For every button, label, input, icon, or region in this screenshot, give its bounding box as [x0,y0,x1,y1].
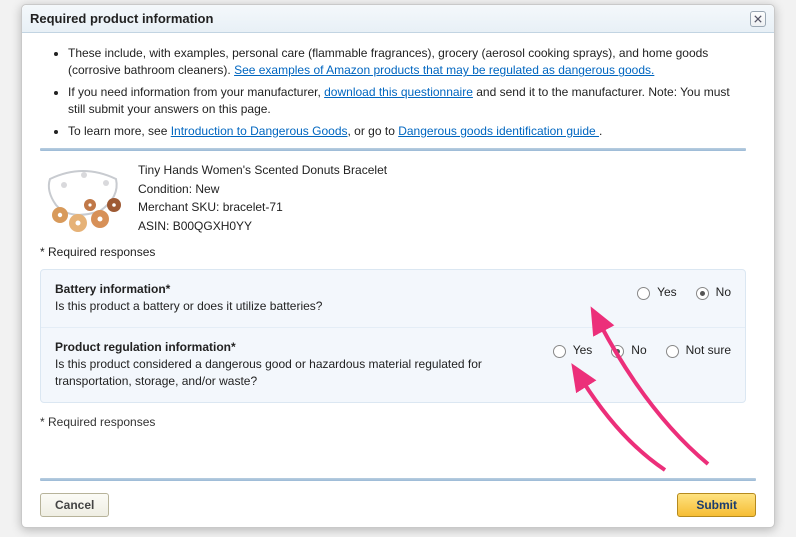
dialog-header: Required product information [22,5,774,33]
regulation-no-option[interactable]: No [606,342,646,358]
regulation-options: Yes No Not sure [548,340,731,390]
cancel-button[interactable]: Cancel [40,493,109,517]
identification-guide-link[interactable]: Dangerous goods identification guide [398,124,599,138]
regulation-title: Product regulation information* [55,340,528,354]
product-details: Tiny Hands Women's Scented Donuts Bracel… [138,161,387,235]
regulation-no-radio[interactable] [611,345,624,358]
close-icon [754,15,762,23]
intro-bullet-1: These include, with examples, personal c… [68,45,746,80]
close-button[interactable] [750,11,766,27]
submit-button[interactable]: Submit [677,493,756,517]
required-legend-bottom: * Required responses [40,415,746,429]
product-row: Tiny Hands Women's Scented Donuts Bracel… [40,161,746,235]
dialog: Required product information These inclu… [21,4,775,528]
required-legend-top: * Required responses [40,245,746,259]
battery-yes-label: Yes [657,285,677,299]
regulation-notsure-label: Not sure [686,343,731,357]
intro-dangerous-goods-link[interactable]: Introduction to Dangerous Goods [171,124,348,138]
regulation-yes-label: Yes [573,343,593,357]
intro-text: . [599,124,602,138]
dialog-footer: Cancel Submit [22,474,774,527]
asin-label: ASIN: [138,219,173,233]
intro-bullet-3: To learn more, see Introduction to Dange… [68,123,746,140]
regulation-yes-radio[interactable] [553,345,566,358]
question-battery: Battery information* Is this product a b… [41,270,745,327]
condition-label: Condition: [138,182,195,196]
battery-yes-radio[interactable] [637,287,650,300]
intro-text: To learn more, see [68,124,171,138]
dialog-title: Required product information [30,11,750,26]
battery-desc: Is this product a battery or does it uti… [55,298,612,315]
battery-yes-option[interactable]: Yes [632,284,677,300]
regulation-notsure-radio[interactable] [666,345,679,358]
battery-no-label: No [716,285,731,299]
scroll-region[interactable]: These include, with examples, personal c… [40,41,756,471]
regulation-desc: Is this product considered a dangerous g… [55,356,528,390]
dangerous-goods-examples-link[interactable]: See examples of Amazon products that may… [234,63,654,77]
divider [40,148,746,151]
question-regulation: Product regulation information* Is this … [41,327,745,402]
product-thumbnail [40,161,126,233]
regulation-no-label: No [631,343,646,357]
battery-no-option[interactable]: No [691,284,731,300]
asin-value: B00QGXH0YY [173,219,252,233]
battery-no-radio[interactable] [696,287,709,300]
sku-value: bracelet-71 [223,200,283,214]
footer-divider [40,478,756,481]
battery-title: Battery information* [55,282,612,296]
sku-label: Merchant SKU: [138,200,223,214]
regulation-yes-option[interactable]: Yes [548,342,593,358]
intro-text: , or go to [348,124,399,138]
product-name: Tiny Hands Women's Scented Donuts Bracel… [138,161,387,180]
regulation-notsure-option[interactable]: Not sure [661,342,731,358]
dialog-body: These include, with examples, personal c… [22,33,774,474]
condition-value: New [195,182,219,196]
intro-text: If you need information from your manufa… [68,85,324,99]
battery-options: Yes No [632,282,731,315]
question-panel: Battery information* Is this product a b… [40,269,746,402]
intro-section: These include, with examples, personal c… [40,45,746,140]
download-questionnaire-link[interactable]: download this questionnaire [324,85,473,99]
intro-bullet-2: If you need information from your manufa… [68,84,746,119]
